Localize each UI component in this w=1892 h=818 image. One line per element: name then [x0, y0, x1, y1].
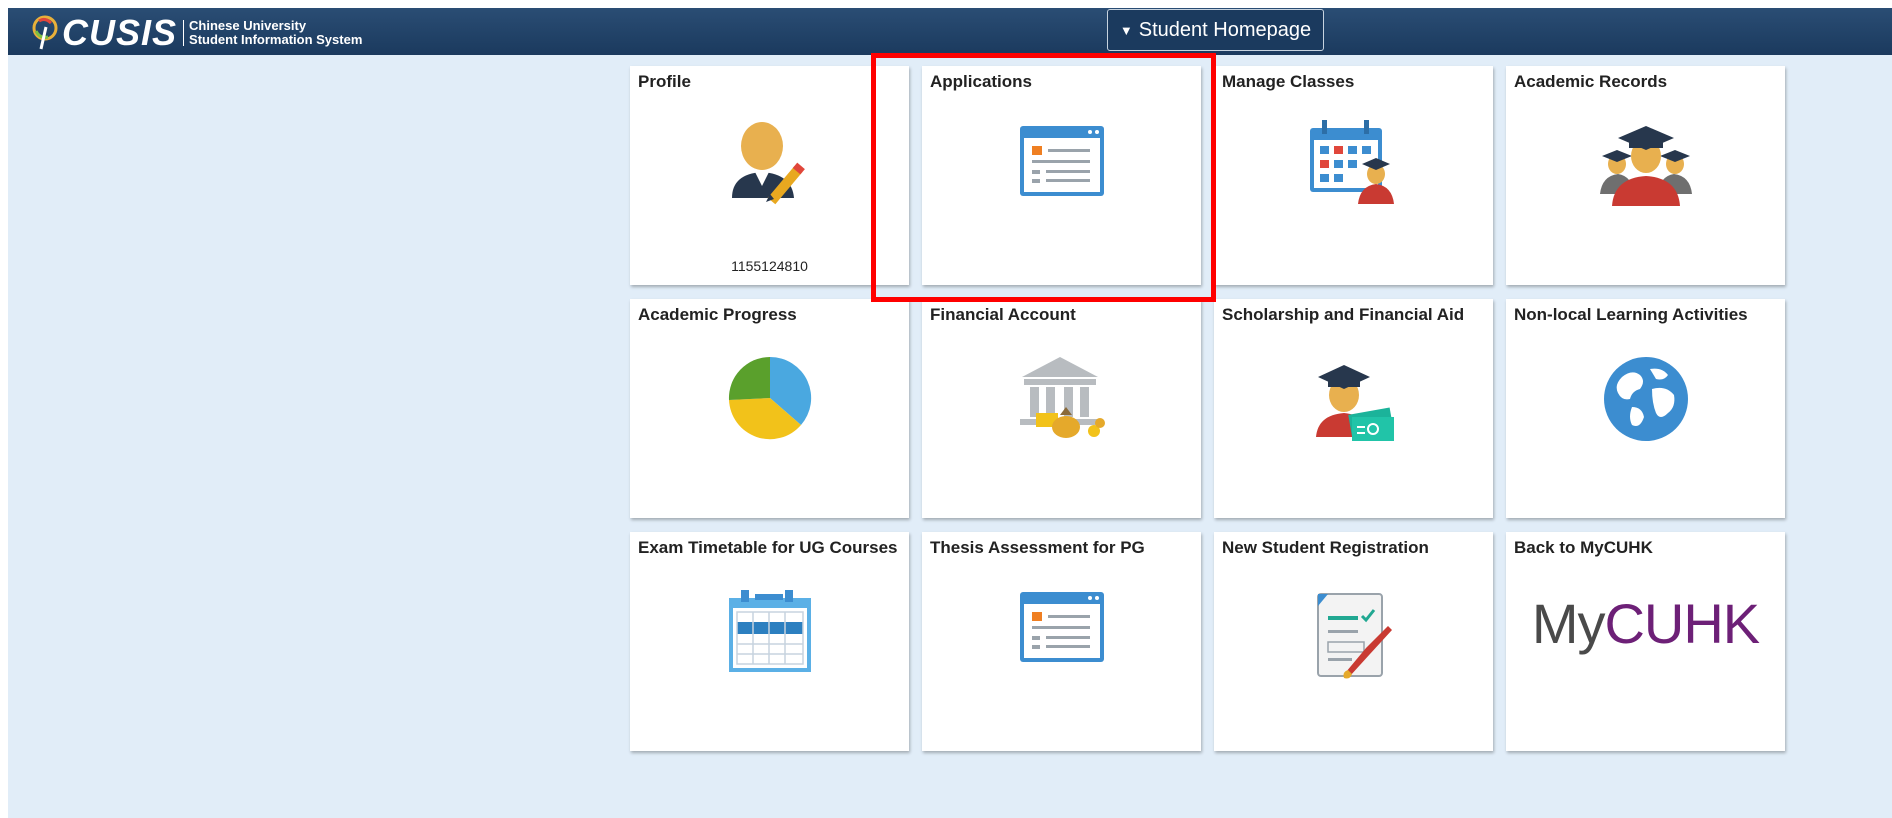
cusis-logo[interactable]: CUSIS Chinese University Student Informa…	[30, 14, 362, 52]
homepage-selector-button[interactable]: ▼ Student Homepage	[1107, 9, 1324, 51]
tile-manage-classes[interactable]: Manage Classes	[1214, 66, 1493, 285]
tile-title: Non-local Learning Activities	[1514, 305, 1748, 324]
registration-form-icon	[1214, 588, 1493, 680]
mycuhk-logo: MyCUHK	[1506, 594, 1785, 654]
tile-title: Manage Classes	[1222, 72, 1355, 91]
tile-exam-timetable[interactable]: Exam Timetable for UG Courses	[630, 532, 909, 751]
tile-title: Exam Timetable for UG Courses	[638, 538, 898, 557]
mycuhk-logo-cuhk: CUHK	[1604, 592, 1760, 655]
caret-down-icon: ▼	[1119, 22, 1133, 38]
tile-academic-records[interactable]: Academic Records	[1506, 66, 1785, 285]
application-form-icon	[922, 582, 1201, 666]
tile-title: Scholarship and Financial Aid	[1222, 305, 1465, 324]
student-profile-icon	[630, 116, 909, 212]
tile-title: Academic Records	[1514, 72, 1668, 91]
logo-text: CUSIS	[62, 12, 178, 53]
application-form-icon	[922, 116, 1201, 200]
tile-title: Profile	[638, 72, 691, 91]
tile-financial-account[interactable]: Financial Account	[922, 299, 1201, 518]
student-id: 1155124810	[731, 258, 808, 274]
graduates-icon	[1506, 116, 1785, 212]
tile-title: Financial Account	[930, 305, 1076, 324]
tile-new-student-registration[interactable]: New Student Registration	[1214, 532, 1493, 751]
pie-chart-icon	[630, 355, 909, 441]
logo-divider	[183, 20, 185, 46]
graduate-cash-icon	[1214, 353, 1493, 445]
tile-title: Academic Progress	[638, 305, 797, 324]
tile-scholarship[interactable]: Scholarship and Financial Aid	[1214, 299, 1493, 518]
logo-subtitle-line2: Student Information System	[189, 32, 363, 47]
tile-non-local-learning[interactable]: Non-local Learning Activities	[1506, 299, 1785, 518]
homepage-selector-label: Student Homepage	[1138, 18, 1312, 41]
tile-title: Applications	[930, 72, 1033, 91]
logo-subtitle-line1: Chinese University	[189, 18, 307, 33]
top-banner: CUSIS Chinese University Student Informa…	[8, 8, 1892, 55]
class-calendar-icon	[1214, 116, 1493, 208]
tile-profile[interactable]: Profile 1155124810	[630, 66, 909, 285]
bank-money-icon	[922, 355, 1201, 441]
tile-back-to-mycuhk[interactable]: Back to MyCUHK MyCUHK	[1506, 532, 1785, 751]
timetable-icon	[630, 590, 909, 674]
tile-title: Back to MyCUHK	[1514, 538, 1653, 557]
tile-applications[interactable]: Applications	[922, 66, 1201, 285]
globe-icon	[1506, 355, 1785, 443]
tile-title: New Student Registration	[1222, 538, 1429, 557]
cusis-emblem-icon	[32, 15, 58, 50]
logo-subtitle: Chinese University Student Information S…	[189, 19, 362, 47]
tile-title: Thesis Assessment for PG	[930, 538, 1145, 557]
tile-academic-progress[interactable]: Academic Progress	[630, 299, 909, 518]
tile-thesis-assessment[interactable]: Thesis Assessment for PG	[922, 532, 1201, 751]
mycuhk-logo-my: My	[1531, 592, 1606, 655]
